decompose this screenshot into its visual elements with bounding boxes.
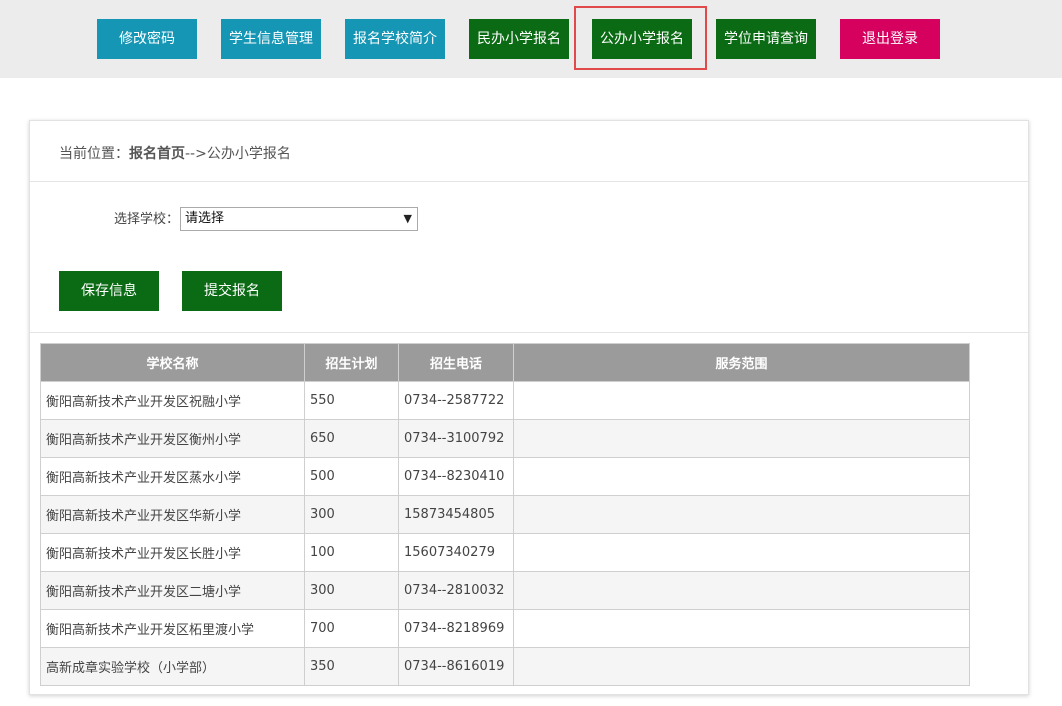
col-header-plan: 招生计划 [304, 343, 399, 382]
breadcrumb-home-link[interactable]: 报名首页 [129, 146, 185, 162]
cell-plan: 500 [304, 457, 399, 496]
breadcrumb-current: 公办小学报名 [206, 146, 291, 162]
school-table: 学校名称 招生计划 招生电话 服务范围 衡阳高新技术产业开发区祝融小学 550 07… [40, 343, 970, 686]
table-row: 衡阳高新技术产业开发区柘里渡小学 700 0734--8218969 [40, 609, 970, 648]
table-row: 高新成章实验学校（小学部） 350 0734--8616019 [40, 647, 970, 686]
cell-scope [513, 457, 970, 496]
submit-signup-button[interactable]: 提交报名 [182, 271, 282, 311]
cell-phone: 0734--2810032 [398, 571, 514, 610]
cell-plan: 550 [304, 381, 399, 420]
cell-scope [513, 571, 970, 610]
cell-school-name: 衡阳高新技术产业开发区蒸水小学 [40, 457, 305, 496]
cell-school-name: 衡阳高新技术产业开发区长胜小学 [40, 533, 305, 572]
cell-school-name: 衡阳高新技术产业开发区柘里渡小学 [40, 609, 305, 648]
nav-school-intro-button[interactable]: 报名学校简介 [345, 19, 445, 59]
cell-school-name: 衡阳高新技术产业开发区华新小学 [40, 495, 305, 534]
cell-scope [513, 609, 970, 648]
cell-phone: 0734--3100792 [398, 419, 514, 458]
nav-public-school-signup-button[interactable]: 公办小学报名 [592, 19, 692, 59]
school-select-value: 请选择 [185, 211, 225, 226]
cell-phone: 15607340279 [398, 533, 514, 572]
cell-plan: 100 [304, 533, 399, 572]
save-info-button[interactable]: 保存信息 [59, 271, 159, 311]
school-select-label: 选择学校： [114, 212, 180, 227]
breadcrumb-prefix: 当前位置： [59, 146, 129, 162]
divider [30, 181, 1028, 182]
table-row: 衡阳高新技术产业开发区华新小学 300 15873454805 [40, 495, 970, 534]
chevron-down-icon: ▼ [403, 212, 412, 225]
table-row: 衡阳高新技术产业开发区蒸水小学 500 0734--8230410 [40, 457, 970, 496]
table-row: 衡阳高新技术产业开发区祝融小学 550 0734--2587722 [40, 381, 970, 420]
main-panel: 当前位置：报名首页-->公办小学报名 选择学校： 请选择 ▼ 保存信息 提交报名… [29, 120, 1029, 695]
cell-plan: 300 [304, 571, 399, 610]
school-select[interactable]: 请选择 ▼ [180, 207, 418, 231]
col-header-school-name: 学校名称 [40, 343, 305, 382]
cell-plan: 350 [304, 647, 399, 686]
cell-phone: 0734--2587722 [398, 381, 514, 420]
table-row: 衡阳高新技术产业开发区长胜小学 100 15607340279 [40, 533, 970, 572]
cell-scope [513, 647, 970, 686]
breadcrumb-separator: --> [185, 146, 207, 162]
table-body: 衡阳高新技术产业开发区祝融小学 550 0734--2587722 衡阳高新技术产业开… [40, 381, 970, 686]
cell-phone: 0734--8616019 [398, 647, 514, 686]
cell-school-name: 衡阳高新技术产业开发区二塘小学 [40, 571, 305, 610]
nav-degree-query-button[interactable]: 学位申请查询 [716, 19, 816, 59]
cell-scope [513, 533, 970, 572]
breadcrumb: 当前位置：报名首页-->公办小学报名 [59, 143, 291, 163]
cell-phone: 0734--8218969 [398, 609, 514, 648]
table-header-row: 学校名称 招生计划 招生电话 服务范围 [40, 343, 970, 382]
nav-change-password-button[interactable]: 修改密码 [97, 19, 197, 59]
cell-school-name: 高新成章实验学校（小学部） [40, 647, 305, 686]
col-header-phone: 招生电话 [398, 343, 514, 382]
cell-plan: 700 [304, 609, 399, 648]
divider [30, 332, 1028, 333]
table-row: 衡阳高新技术产业开发区衡州小学 650 0734--3100792 [40, 419, 970, 458]
cell-plan: 650 [304, 419, 399, 458]
top-nav-bar: 修改密码 学生信息管理 报名学校简介 民办小学报名 公办小学报名 学位申请查询 … [0, 0, 1062, 78]
nav-student-info-button[interactable]: 学生信息管理 [221, 19, 321, 59]
nav-private-school-signup-button[interactable]: 民办小学报名 [469, 19, 569, 59]
nav-logout-button[interactable]: 退出登录 [840, 19, 940, 59]
cell-school-name: 衡阳高新技术产业开发区祝融小学 [40, 381, 305, 420]
cell-phone: 15873454805 [398, 495, 514, 534]
cell-school-name: 衡阳高新技术产业开发区衡州小学 [40, 419, 305, 458]
cell-scope [513, 419, 970, 458]
cell-scope [513, 495, 970, 534]
table-row: 衡阳高新技术产业开发区二塘小学 300 0734--2810032 [40, 571, 970, 610]
col-header-scope: 服务范围 [513, 343, 970, 382]
cell-scope [513, 381, 970, 420]
cell-plan: 300 [304, 495, 399, 534]
cell-phone: 0734--8230410 [398, 457, 514, 496]
